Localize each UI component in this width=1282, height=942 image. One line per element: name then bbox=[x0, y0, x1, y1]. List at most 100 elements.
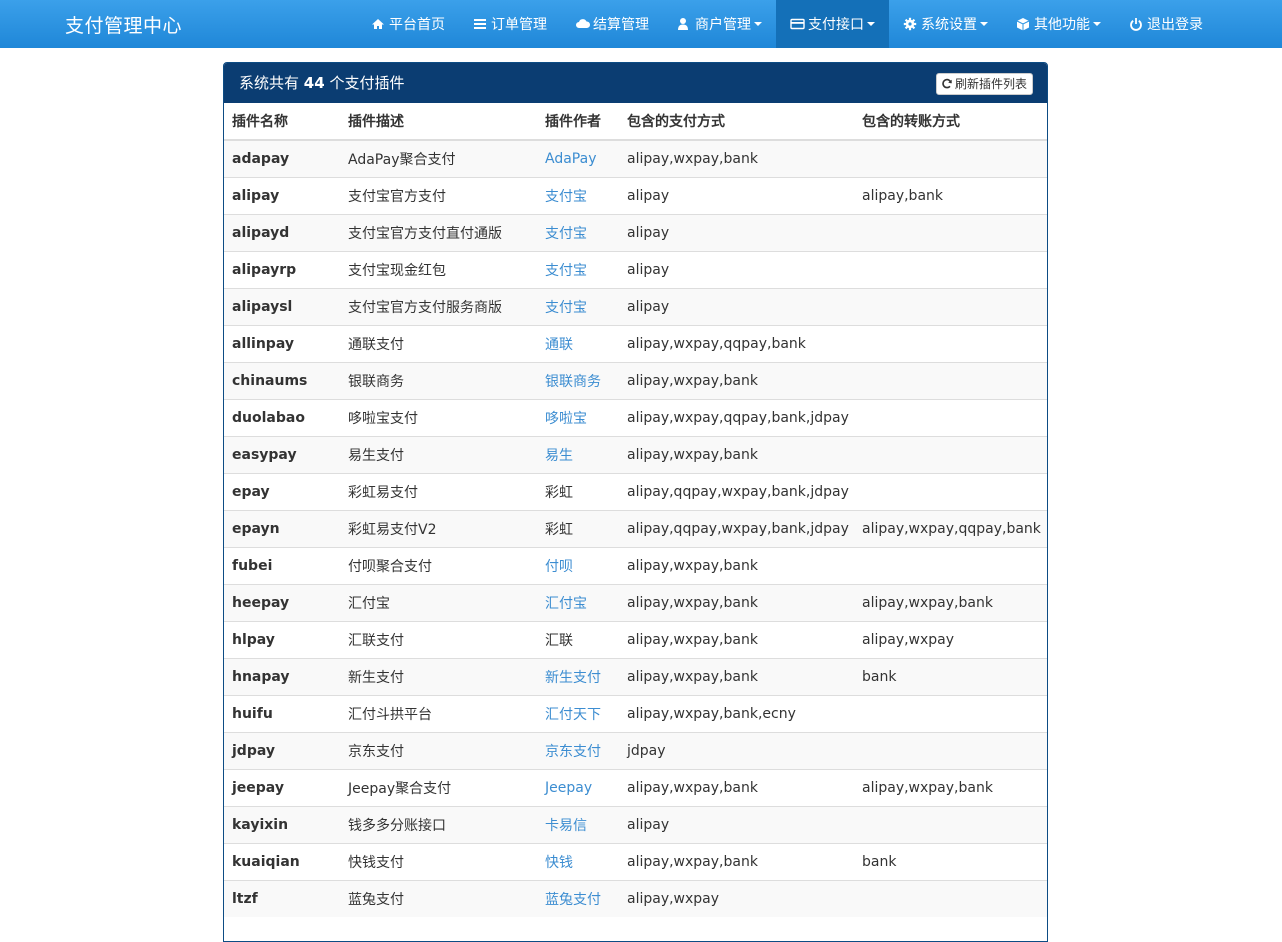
table-row: alipayrp 支付宝现金红包 支付宝 alipay bbox=[224, 250, 1047, 288]
plugin-name-cell: hlpay bbox=[224, 620, 340, 658]
transfer-methods-cell bbox=[854, 324, 1047, 362]
author-link[interactable]: 京东支付 bbox=[545, 744, 601, 760]
pay-methods-cell: alipay,wxpay,qqpay,bank,jdpay bbox=[619, 398, 854, 436]
nav-item-merchants[interactable]: 商户管理 bbox=[663, 0, 776, 48]
plugin-desc-cell: 京东支付 bbox=[340, 731, 537, 769]
plugin-desc-cell: 银联商务 bbox=[340, 361, 537, 399]
header-plugin-name: 插件名称 bbox=[224, 103, 340, 141]
header-plugin-desc: 插件描述 bbox=[340, 103, 537, 141]
plugin-desc-cell: 易生支付 bbox=[340, 435, 537, 473]
transfer-methods-cell bbox=[854, 398, 1047, 436]
refresh-label: 刷新插件列表 bbox=[954, 77, 1027, 91]
transfer-methods-cell bbox=[854, 213, 1047, 251]
nav-item-payment-interface[interactable]: 支付接口 bbox=[776, 0, 889, 48]
plugin-author-cell: 支付宝 bbox=[537, 176, 619, 214]
pay-methods-cell: alipay,wxpay,qqpay,bank bbox=[619, 324, 854, 362]
plugin-panel: 系统共有 44 个支付插件 刷新插件列表 插件名称 插件描述 插件作者 包含的支… bbox=[223, 62, 1048, 942]
table-row: kuaiqian 快钱支付 快钱 alipay,wxpay,bank bank bbox=[224, 842, 1047, 880]
plugin-desc-cell: 汇联支付 bbox=[340, 620, 537, 658]
table-row: adapay AdaPay聚合支付 AdaPay alipay,wxpay,bank bbox=[224, 139, 1047, 177]
table-row: allinpay 通联支付 通联 alipay,wxpay,qqpay,bank bbox=[224, 324, 1047, 362]
table-row: alipayd 支付宝官方支付直付通版 支付宝 alipay bbox=[224, 213, 1047, 251]
plugin-desc-cell: 哆啦宝支付 bbox=[340, 398, 537, 436]
plugin-desc-cell: 支付宝官方支付服务商版 bbox=[340, 287, 537, 325]
plugin-name-cell: allinpay bbox=[224, 324, 340, 362]
refresh-plugin-list-button[interactable]: 刷新插件列表 bbox=[935, 73, 1033, 95]
header-plugin-author: 插件作者 bbox=[537, 103, 619, 141]
transfer-methods-cell: alipay,wxpay,qqpay,bank bbox=[854, 509, 1047, 547]
nav-item-system-settings[interactable]: 系统设置 bbox=[889, 0, 1002, 48]
plugin-author-cell: 易生 bbox=[537, 435, 619, 473]
plugin-name-cell: jdpay bbox=[224, 731, 340, 769]
author-link[interactable]: 汇付宝 bbox=[545, 596, 587, 612]
caret-down-icon bbox=[867, 22, 875, 26]
author-link[interactable]: 易生 bbox=[545, 448, 573, 464]
author-link[interactable]: 支付宝 bbox=[545, 263, 587, 279]
nav-item-label: 平台首页 bbox=[389, 17, 445, 33]
nav-item-settlement[interactable]: 结算管理 bbox=[561, 0, 663, 48]
plugin-name-cell: epayn bbox=[224, 509, 340, 547]
author-link[interactable]: 卡易信 bbox=[545, 818, 587, 834]
pay-methods-cell: alipay,wxpay,bank bbox=[619, 546, 854, 584]
pay-methods-cell: alipay bbox=[619, 176, 854, 214]
pay-methods-cell: alipay bbox=[619, 250, 854, 288]
nav-item-label: 订单管理 bbox=[491, 17, 547, 33]
brand-title[interactable]: 支付管理中心 bbox=[65, 11, 182, 38]
author-link[interactable]: 通联 bbox=[545, 337, 573, 353]
plugin-author-cell: 哆啦宝 bbox=[537, 398, 619, 436]
author-link[interactable]: 银联商务 bbox=[545, 374, 601, 390]
pay-methods-cell: alipay,wxpay,bank bbox=[619, 842, 854, 880]
table-row: ltzf 蓝兔支付 蓝兔支付 alipay,wxpay bbox=[224, 879, 1047, 917]
author-link[interactable]: AdaPay bbox=[545, 151, 596, 167]
pay-methods-cell: alipay bbox=[619, 213, 854, 251]
table-row: epayn 彩虹易支付V2 彩虹 alipay,qqpay,wxpay,bank,jd… bbox=[224, 509, 1047, 547]
nav-item-other-functions[interactable]: 其他功能 bbox=[1002, 0, 1115, 48]
plugin-desc-cell: 支付宝官方支付 bbox=[340, 176, 537, 214]
plugin-desc-cell: 彩虹易支付 bbox=[340, 472, 537, 510]
pay-methods-cell: alipay,qqpay,wxpay,bank,jdpay bbox=[619, 509, 854, 547]
plugin-name-cell: huifu bbox=[224, 694, 340, 732]
table-header-row: 插件名称 插件描述 插件作者 包含的支付方式 包含的转账方式 bbox=[224, 103, 1047, 141]
author-link[interactable]: 新生支付 bbox=[545, 670, 601, 686]
author-link[interactable]: 哆啦宝 bbox=[545, 411, 587, 427]
plugin-author-cell: 蓝兔支付 bbox=[537, 879, 619, 917]
plugin-author-cell: 新生支付 bbox=[537, 657, 619, 695]
plugin-table: 插件名称 插件描述 插件作者 包含的支付方式 包含的转账方式 adapay Ada… bbox=[224, 103, 1047, 917]
caret-down-icon bbox=[754, 22, 762, 26]
author-link[interactable]: 汇付天下 bbox=[545, 707, 601, 723]
author-link[interactable]: 支付宝 bbox=[545, 300, 587, 316]
plugin-count: 44 bbox=[303, 74, 325, 92]
plugin-author-cell: 汇联 bbox=[537, 620, 619, 658]
transfer-methods-cell bbox=[854, 287, 1047, 325]
panel-title-suffix: 个支付插件 bbox=[329, 74, 405, 92]
plugin-desc-cell: 蓝兔支付 bbox=[340, 879, 537, 917]
plugin-desc-cell: 通联支付 bbox=[340, 324, 537, 362]
plugin-desc-cell: 支付宝现金红包 bbox=[340, 250, 537, 288]
credit-card-icon bbox=[790, 17, 805, 31]
nav-item-home[interactable]: 平台首页 bbox=[357, 0, 459, 48]
plugin-author-cell: 支付宝 bbox=[537, 250, 619, 288]
pay-methods-cell: alipay bbox=[619, 287, 854, 325]
author-link[interactable]: 付呗 bbox=[545, 559, 573, 575]
transfer-methods-cell: alipay,wxpay bbox=[854, 620, 1047, 658]
plugin-author-cell: 彩虹 bbox=[537, 509, 619, 547]
nav-item-label: 商户管理 bbox=[695, 17, 751, 33]
nav-item-logout[interactable]: 退出登录 bbox=[1115, 0, 1217, 48]
refresh-icon bbox=[942, 78, 952, 89]
plugin-desc-cell: 快钱支付 bbox=[340, 842, 537, 880]
nav-item-label: 系统设置 bbox=[921, 17, 977, 33]
cube-icon bbox=[1016, 17, 1030, 31]
author-link[interactable]: Jeepay bbox=[545, 780, 592, 796]
panel-heading: 系统共有 44 个支付插件 刷新插件列表 bbox=[224, 63, 1047, 103]
author-link[interactable]: 蓝兔支付 bbox=[545, 892, 601, 908]
transfer-methods-cell: alipay,wxpay,bank bbox=[854, 768, 1047, 806]
pay-methods-cell: jdpay bbox=[619, 731, 854, 769]
plugin-desc-cell: 钱多多分账接口 bbox=[340, 805, 537, 843]
pay-methods-cell: alipay,qqpay,wxpay,bank,jdpay bbox=[619, 472, 854, 510]
author-link[interactable]: 支付宝 bbox=[545, 226, 587, 242]
pay-methods-cell: alipay,wxpay,bank bbox=[619, 435, 854, 473]
author-link[interactable]: 快钱 bbox=[545, 855, 573, 871]
nav-item-orders[interactable]: 订单管理 bbox=[459, 0, 561, 48]
author-link[interactable]: 支付宝 bbox=[545, 189, 587, 205]
plugin-desc-cell: Jeepay聚合支付 bbox=[340, 768, 537, 806]
